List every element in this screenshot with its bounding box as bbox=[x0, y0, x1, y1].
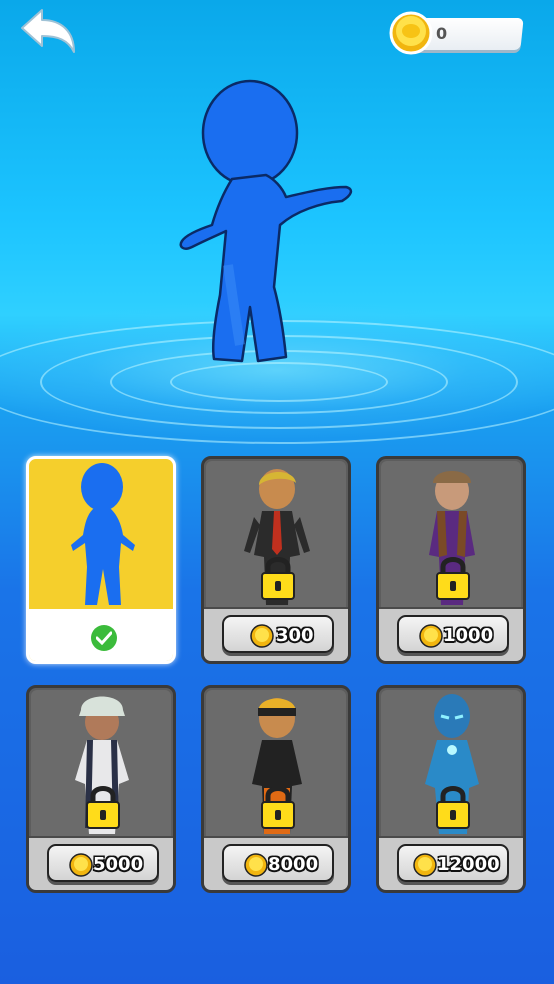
coin-count: 0 bbox=[436, 24, 448, 43]
skin-card-blue-stickman[interactable] bbox=[26, 456, 176, 664]
lock-icon bbox=[86, 786, 120, 829]
back-button[interactable] bbox=[16, 6, 80, 58]
buy-button-8000[interactable]: 8000 bbox=[222, 844, 334, 882]
lock-icon bbox=[436, 786, 470, 829]
price-label: 1000 bbox=[443, 625, 494, 646]
coin-icon bbox=[413, 853, 437, 877]
skin-card-orange-ninja[interactable]: 8000 bbox=[201, 685, 351, 893]
price-label: 8000 bbox=[268, 854, 319, 875]
lock-icon bbox=[261, 557, 295, 600]
back-arrow-icon bbox=[21, 9, 75, 53]
buy-button-300[interactable]: 300 bbox=[222, 615, 334, 653]
price-label: 5000 bbox=[93, 854, 144, 875]
coin-counter: 0 bbox=[388, 11, 524, 55]
lock-icon bbox=[261, 786, 295, 829]
skin-card-blue-armor[interactable]: 12000 bbox=[376, 685, 526, 893]
blue-stickman-skin bbox=[71, 463, 135, 605]
buy-button-1000[interactable]: 1000 bbox=[397, 615, 509, 653]
skin-card-suit-blonde[interactable]: 300 bbox=[201, 456, 351, 664]
price-label: 300 bbox=[276, 625, 314, 646]
skin-grid: 300 1000 5000 8000 12000 bbox=[26, 456, 530, 896]
buy-button-12000[interactable]: 12000 bbox=[397, 844, 509, 882]
coin-icon bbox=[69, 853, 93, 877]
skin-card-marine-officer[interactable]: 5000 bbox=[26, 685, 176, 893]
coin-icon bbox=[419, 624, 443, 648]
coin-icon bbox=[389, 11, 433, 55]
hero-character bbox=[170, 75, 370, 370]
check-icon bbox=[91, 625, 117, 651]
coin-icon bbox=[250, 624, 274, 648]
price-label: 12000 bbox=[437, 854, 500, 875]
buy-button-5000[interactable]: 5000 bbox=[47, 844, 159, 882]
coin-icon bbox=[244, 853, 268, 877]
lock-icon bbox=[436, 557, 470, 600]
skin-card-vest-hat[interactable]: 1000 bbox=[376, 456, 526, 664]
